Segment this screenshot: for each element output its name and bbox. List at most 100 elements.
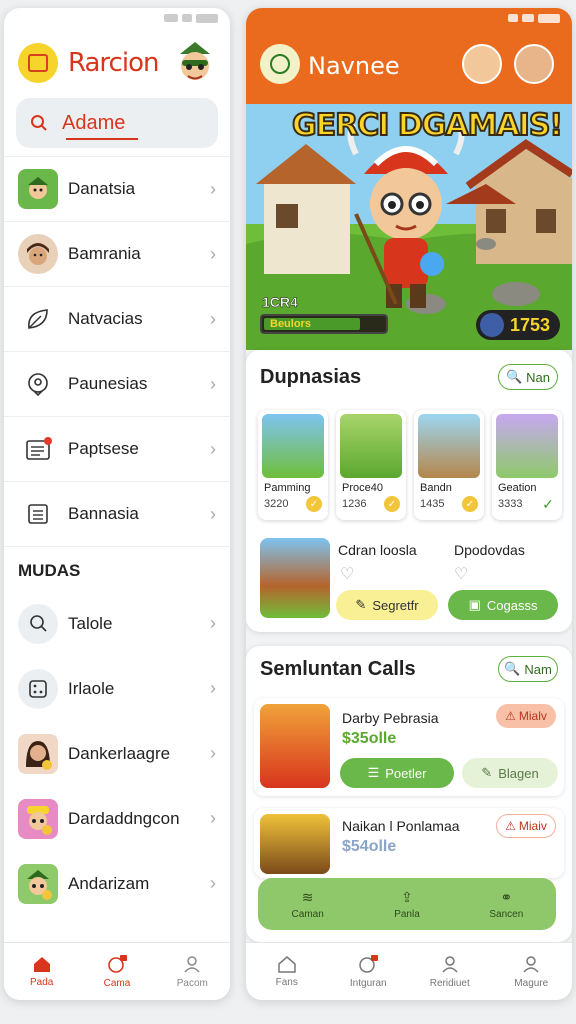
feature-right-button[interactable]: ▣ Cogasss [448,590,558,620]
app-logo-icon[interactable] [260,44,300,84]
person-avatar-icon [18,234,58,274]
chevron-right-icon: › [210,373,216,394]
notification-document-icon [18,429,58,469]
menu-item-bamrania[interactable]: Bamrania › [4,221,230,286]
hero-level: 1CR4 [262,294,298,310]
menu-item-natvacias[interactable]: Natvacias › [4,286,230,351]
quick-action-panla[interactable]: ⇪ Panla [357,878,456,930]
leaf-icon [18,299,58,339]
quick-action-label: Sancen [489,908,524,920]
check-badge-icon: ✓ [384,496,400,512]
section-item-dankerlaagre[interactable]: Dankerlaagre › [4,721,230,786]
location-pin-icon [18,364,58,404]
section-item-label: Irlaole [68,678,115,698]
quick-action-caman[interactable]: ≋ Caman [258,878,357,930]
heart-icon[interactable]: ♡ [454,564,468,584]
search-icon: 🔍 [505,369,523,384]
game-tile[interactable]: Pamming 3220 ✓ [258,410,328,520]
app-logo-icon[interactable] [18,43,58,83]
edit-icon: ✎ [355,597,367,612]
tab-cama[interactable]: Cama [79,943,154,1000]
heart-icon[interactable]: ♡ [340,564,354,584]
user-icon [442,956,458,973]
section-item-talole[interactable]: Talole › [4,591,230,656]
section-item-dardaddngcon[interactable]: Dardaddngcon › [4,786,230,851]
game-tile[interactable]: Proce40 1236 ✓ [336,410,406,520]
check-badge-icon: ✓ [306,496,322,512]
menu-item-danatsia[interactable]: Danatsia › [4,156,230,221]
game-count: 3333 [498,498,523,510]
quick-action-label: Caman [291,908,324,920]
search-input-value[interactable]: Adame [62,112,125,135]
call-item-tag[interactable]: ⚠ Miaiv [496,814,556,838]
call-item[interactable]: Darby Pebrasia $35olle ⚠ Mialv ☰ Poetler ✎… [254,698,564,796]
action-label: Nam [524,661,552,677]
chevron-right-icon: › [210,243,216,264]
home-icon [33,957,50,972]
section-menu: Talole › Irlaole › Dankerlaagre › Dardad… [4,591,230,916]
tab-pada[interactable]: Pada [4,943,79,1000]
menu-item-paptsese[interactable]: Paptsese › [4,416,230,481]
call-item-primary-button[interactable]: ☰ Poetler [340,758,454,788]
search-field[interactable]: Adame [16,98,218,148]
tab-label: Pada [29,977,54,988]
games-card-title: Dupnasias [260,366,362,388]
status-bar [4,8,230,28]
calls-card-action-button[interactable]: 🔍 Nam [498,656,558,682]
menu-item-label: Bamrania [68,244,141,263]
app-header: Rarcion [4,28,230,98]
game-character-icon [18,169,58,209]
hero-banner[interactable]: GERCI DGAMAIS! 1CR4 Beulors 1753 [246,104,572,350]
alert-icon: ⚠ [505,819,516,833]
game-count: 1435 [420,498,445,510]
game-name: Proce40 [342,482,383,494]
tab-reridiuet[interactable]: Reridiuet [409,943,491,1000]
profile-avatar-icon[interactable] [514,44,554,84]
call-item-secondary-button[interactable]: ✎ Blagen [462,758,558,788]
quick-action-sancen[interactable]: ⚭ Sancen [457,878,556,930]
game-name: Pamming [264,482,311,494]
profile-icon [523,956,539,973]
games-card: Dupnasias 🔍 Nan Pamming 3220 ✓ Proce40 12… [246,350,572,632]
game-count: 1236 [342,498,367,510]
call-item[interactable]: Naikan l Ponlamaa $54olle ⚠ Miaiv [254,808,564,878]
chevron-right-icon: › [210,308,216,329]
feature-card-left[interactable]: Cdran loosla ♡ ✎ Segretfr [258,534,438,624]
menu-item-bannasia[interactable]: Bannasia › [4,481,230,546]
call-item-art [260,704,330,788]
hero-score[interactable]: 1753 [475,310,560,340]
game-tile[interactable]: Geation 3333 ✓ [492,410,562,520]
section-item-irlaole[interactable]: Irlaole › [4,656,230,721]
bottom-tab-bar: Fans Intguran Reridiuet Magure [246,942,572,1000]
game-character-icon [18,798,58,839]
link-icon: ⚭ [500,888,513,905]
friend-avatar-icon[interactable] [462,44,502,84]
menu-item-paunesias[interactable]: Paunesias › [4,351,230,416]
feature-card-right[interactable]: Dpodovdas ♡ ▣ Cogasss [444,534,562,624]
tab-label: Magure [514,978,549,989]
chevron-right-icon: › [210,873,216,893]
tab-magure[interactable]: Magure [491,943,573,1000]
tab-fans[interactable]: Fans [246,943,328,1000]
chevron-right-icon: › [210,678,216,698]
call-item-tag[interactable]: ⚠ Mialv [496,704,556,728]
chevron-right-icon: › [210,743,216,763]
square-icon: ▣ [468,597,481,612]
feature-title: Dpodovdas [454,542,525,558]
hero-title: GERCI DGAMAIS! [291,107,564,144]
games-card-action-button[interactable]: 🔍 Nan [498,364,558,390]
menu-item-label: Natvacias [68,309,143,328]
feature-title: Cdran loosla [338,542,417,558]
tab-intguran[interactable]: Intguran [328,943,410,1000]
button-label: Cogasss [486,597,538,613]
section-item-andarizam[interactable]: Andarizam › [4,851,230,916]
mascot-avatar-icon[interactable] [174,40,216,86]
game-tile[interactable]: Bandn 1435 ✓ [414,410,484,520]
tab-pacom[interactable]: Pacom [155,943,230,1000]
feature-left-button[interactable]: ✎ Segretfr [336,590,438,620]
search-underline [66,138,138,140]
home-icon [278,956,296,973]
call-item-price: $54olle [342,838,397,855]
tab-label: Fans [275,977,298,988]
game-name: Geation [498,482,537,494]
